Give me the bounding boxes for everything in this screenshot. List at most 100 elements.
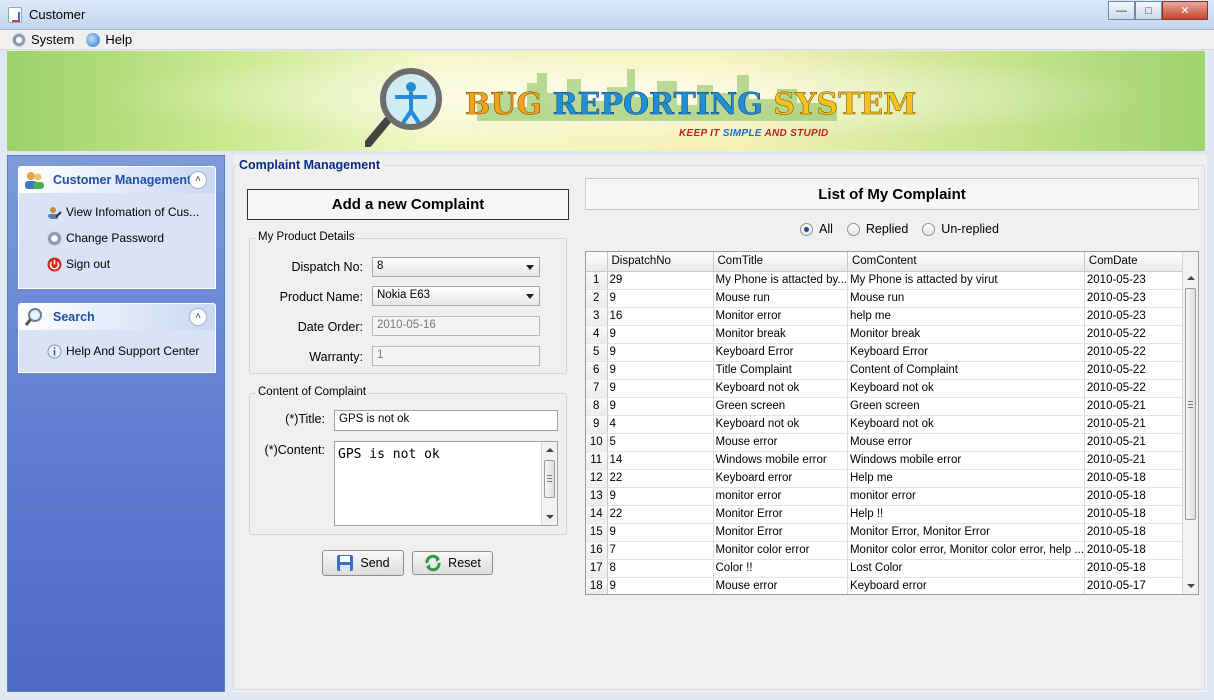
table-cell: 2010-05-22 [1084,361,1193,380]
warranty-label: Warranty: [309,350,363,364]
table-row[interactable]: 13 9 monitor error monitor error 2010-05-18 [586,487,1193,506]
table-cell: Mouse error [713,433,848,452]
title-input[interactable]: GPS is not ok [334,410,558,431]
product-name-select[interactable]: Nokia E63 [372,286,540,306]
table-row[interactable]: 3 16 Monitor error help me 2010-05-23 [586,307,1193,326]
java-app-icon [8,7,22,23]
column-header[interactable]: ComDate [1084,252,1193,272]
table-row[interactable]: 4 9 Monitor break Monitor break 2010-05-22 [586,325,1193,344]
row-number-cell: 12 [586,469,608,488]
dropdown-arrow-icon [526,294,534,299]
search-box: Search ˄ Help And Support Center [18,303,216,373]
menu-help[interactable]: Help [86,32,132,47]
filter-replied-radio[interactable]: Replied [846,222,908,236]
sidebar-item-change-password[interactable]: Change Password [19,225,215,251]
content-textarea[interactable]: GPS is not ok [334,441,558,526]
row-number-cell: 10 [586,433,608,452]
table-row[interactable]: 5 9 Keyboard Error Keyboard Error 2010-05-22 [586,343,1193,362]
table-row[interactable]: 10 5 Mouse error Mouse error 2010-05-21 [586,433,1193,452]
reset-button[interactable]: Reset [412,551,493,575]
table-cell: 9 [607,397,714,416]
power-icon [47,257,62,271]
users-icon [25,172,44,189]
table-row[interactable]: 16 7 Monitor color error Monitor color erro… [586,541,1193,560]
table-cell: 2010-05-18 [1084,559,1193,578]
table-cell: 9 [607,523,714,542]
scroll-down-icon[interactable] [1187,584,1195,588]
table-row[interactable]: 11 14 Windows mobile error Windows mobile e… [586,451,1193,470]
sidebar-item-sign-out[interactable]: Sign out [19,251,215,277]
customer-management-header[interactable]: Customer Management ˄ [19,167,215,193]
collapse-chevron-icon[interactable]: ˄ [189,171,207,189]
dispatch-select[interactable]: 8 [372,257,540,277]
row-number-cell: 1 [586,271,608,290]
filter-all-radio[interactable]: All [800,222,833,236]
table-cell: Monitor break [847,325,1085,344]
date-order-label: Date Order: [297,320,363,334]
table-cell: My Phone is attacted by virut [847,271,1085,290]
row-number-cell: 16 [586,541,608,560]
table-cell: 2010-05-22 [1084,325,1193,344]
table-row[interactable]: 15 9 Monitor Error Monitor Error, Monitor E… [586,523,1193,542]
table-cell: monitor error [713,487,848,506]
table-cell: 2010-05-18 [1084,469,1193,488]
complaint-table-body: 1 29 My Phone is attacted by... My Phone is… [586,271,1193,594]
sidebar-item-view-info[interactable]: View Infomation of Cus... [19,199,215,225]
left-task-panel: Customer Management ˄ View Infomation of… [7,155,225,692]
scroll-up-icon[interactable] [1187,276,1195,280]
table-row[interactable]: 14 22 Monitor Error Help !! 2010-05-18 [586,505,1193,524]
title-bar: Customer ― □ ✕ [0,0,1214,30]
collapse-chevron-icon[interactable]: ˄ [189,308,207,326]
table-cell: 2010-05-23 [1084,289,1193,308]
table-cell: Keyboard not ok [713,415,848,434]
send-button[interactable]: Send [322,550,404,576]
column-header[interactable]: ComContent [847,252,1085,272]
search-header[interactable]: Search ˄ [19,304,215,330]
sidebar-item-help-support[interactable]: Help And Support Center [19,338,215,364]
product-details-legend: My Product Details [256,231,357,243]
table-cell: help me [847,307,1085,326]
table-row[interactable]: 18 9 Mouse error Keyboard error 2010-05-17 [586,577,1193,594]
customer-management-box: Customer Management ˄ View Infomation of… [18,166,216,289]
table-cell: 2010-05-23 [1084,307,1193,326]
table-row[interactable]: 1 29 My Phone is attacted by... My Phone is… [586,271,1193,290]
table-row[interactable]: 12 22 Keyboard error Help me 2010-05-18 [586,469,1193,488]
maximize-button[interactable]: □ [1135,1,1162,20]
table-cell: Mouse run [847,289,1085,308]
scroll-thumb[interactable] [1185,288,1196,520]
table-row[interactable]: 2 9 Mouse run Mouse run 2010-05-23 [586,289,1193,308]
row-number-cell: 11 [586,451,608,470]
table-cell: Green screen [847,397,1085,416]
row-number-cell: 9 [586,415,608,434]
column-header[interactable]: DispatchNo [607,252,714,272]
table-cell: Green screen [713,397,848,416]
table-cell: Keyboard error [847,577,1085,594]
close-button[interactable]: ✕ [1162,1,1208,20]
scroll-thumb[interactable] [544,460,555,498]
table-cell: Monitor color error [713,541,848,560]
table-row[interactable]: 7 9 Keyboard not ok Keyboard not ok 2010-05-… [586,379,1193,398]
table-cell: Mouse error [847,433,1085,452]
menu-bar: System Help [0,30,1214,50]
table-row[interactable]: 8 9 Green screen Green screen 2010-05-21 [586,397,1193,416]
content-scrollbar[interactable] [541,442,557,525]
table-cell: 2010-05-18 [1084,541,1193,560]
filter-unreplied-radio[interactable]: Un-replied [922,222,999,236]
column-header[interactable]: ComTitle [713,252,848,272]
table-cell: 22 [607,469,714,488]
menu-system[interactable]: System [12,32,74,47]
table-cell: 9 [607,343,714,362]
table-row[interactable]: 6 9 Title Complaint Content of Complaint 201… [586,361,1193,380]
table-row[interactable]: 17 8 Color !! Lost Color 2010-05-18 [586,559,1193,578]
row-number-cell: 2 [586,289,608,308]
sidebar-item-label: Change Password [66,231,165,245]
gear-icon [12,32,26,47]
table-cell: Monitor error [713,307,848,326]
table-scrollbar[interactable] [1182,252,1198,594]
minimize-button[interactable]: ― [1108,1,1135,20]
banner-title: BUG REPORTING SYSTEM [465,87,917,123]
table-row[interactable]: 9 4 Keyboard not ok Keyboard not ok 2010-05-… [586,415,1193,434]
scroll-down-icon[interactable] [546,515,554,519]
scroll-up-icon[interactable] [546,448,554,452]
filter-radio-group: All Replied Un-replied [800,222,1013,236]
